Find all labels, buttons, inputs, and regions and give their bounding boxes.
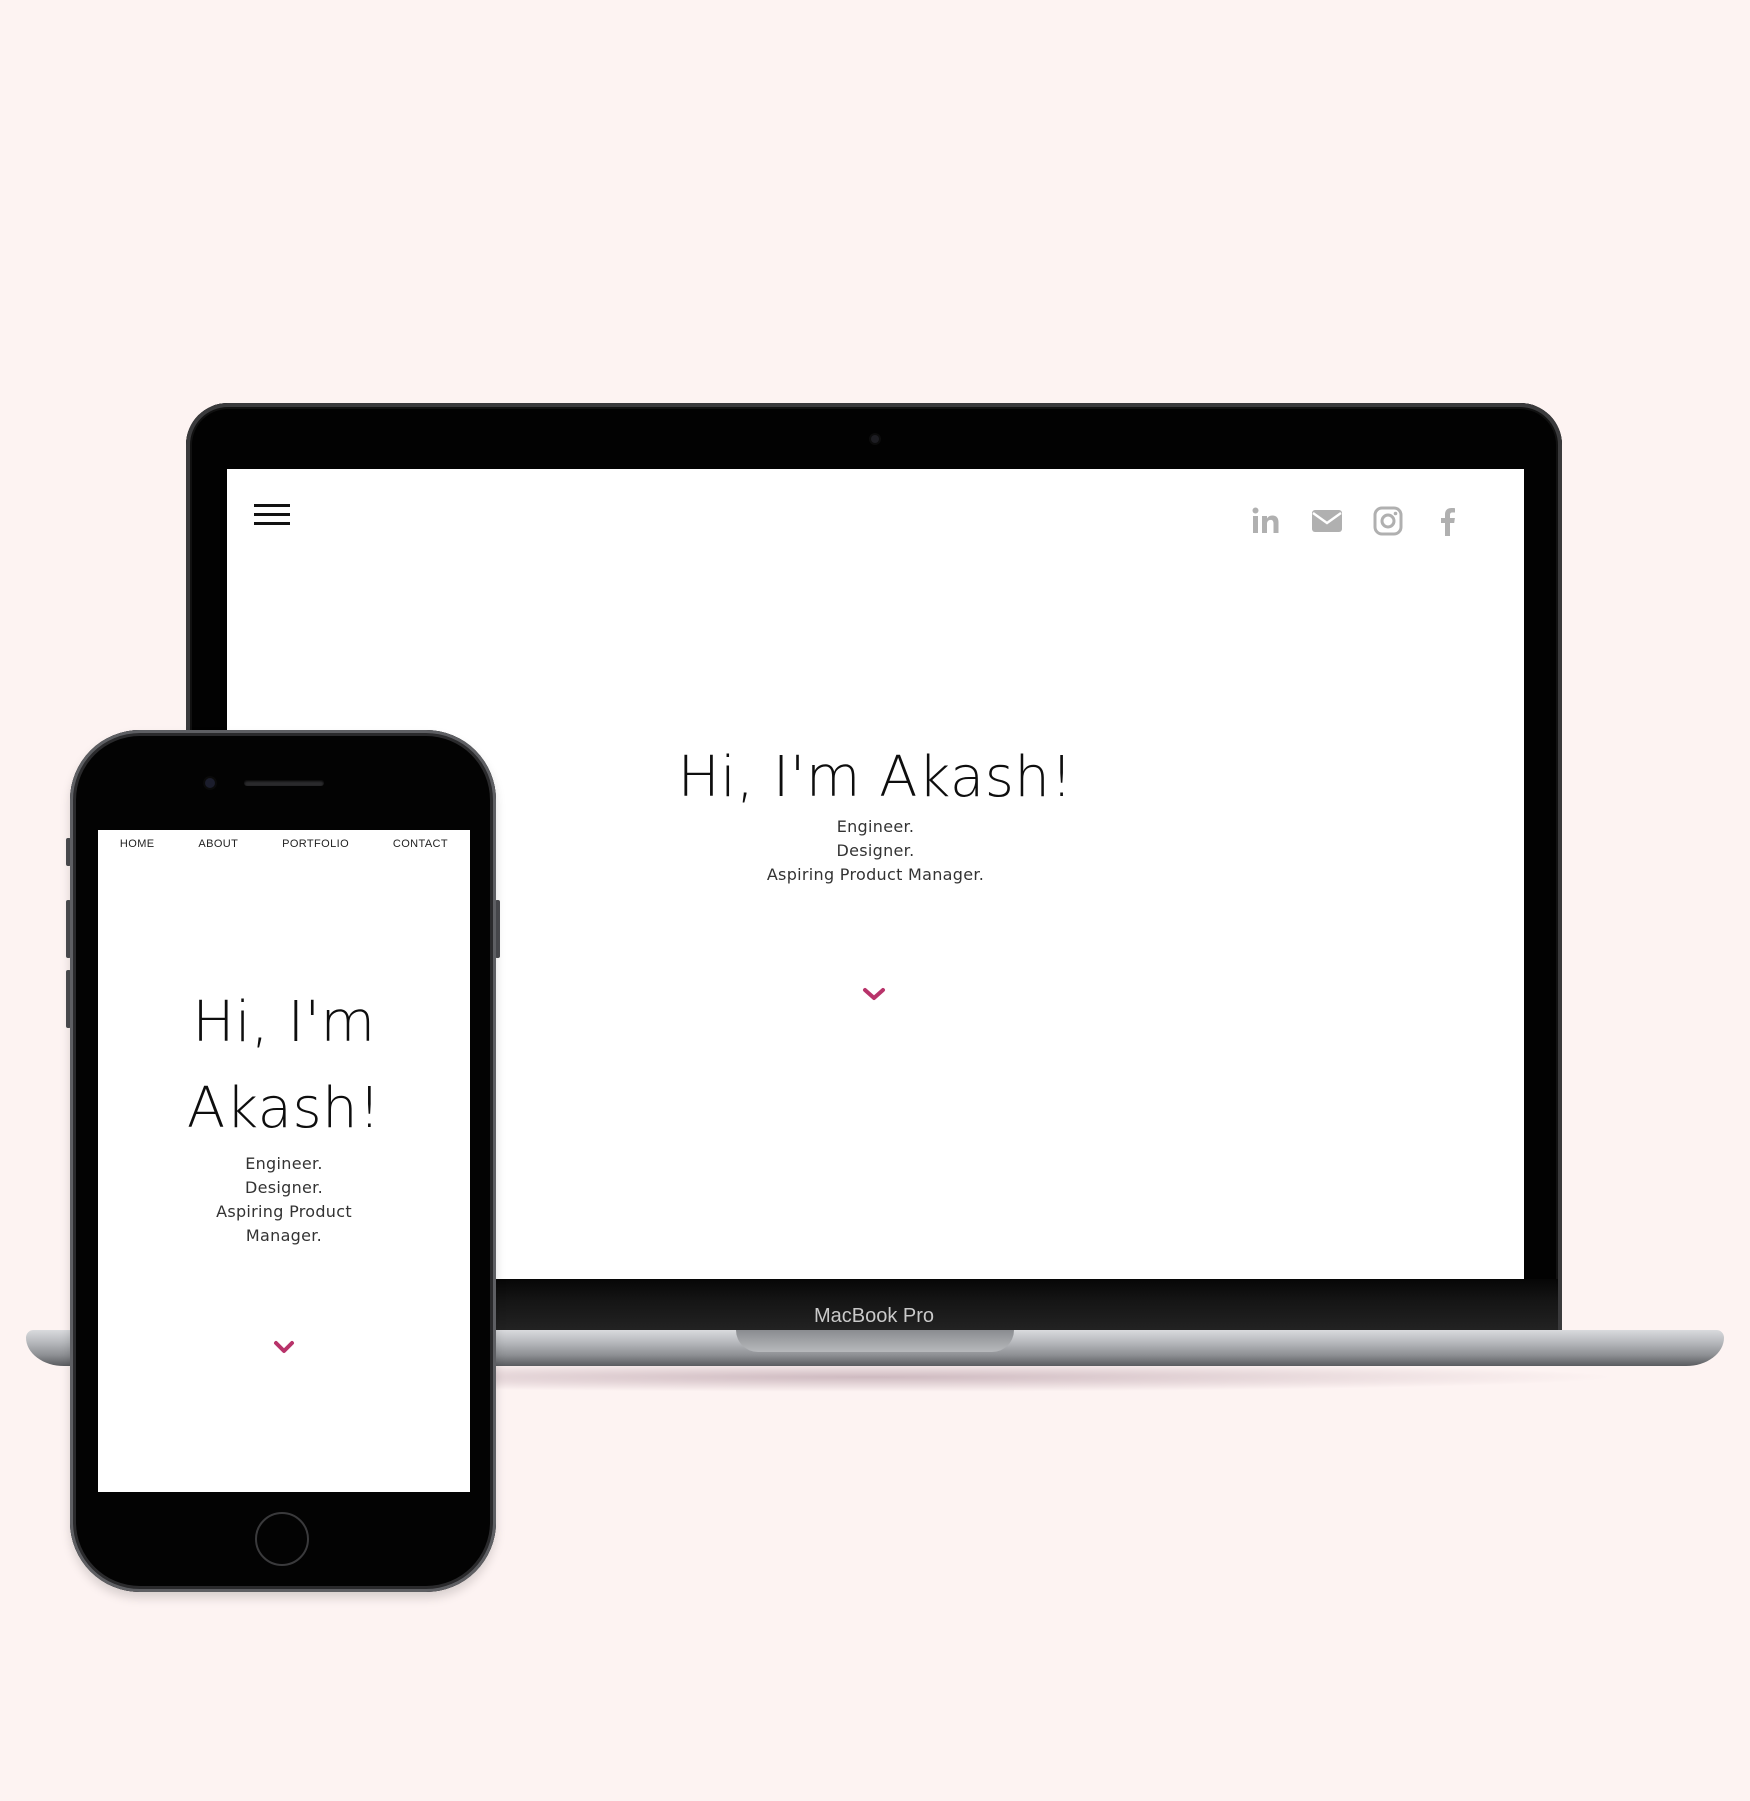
phone-speaker <box>244 780 324 786</box>
chevron-down-icon[interactable] <box>861 984 887 1004</box>
nav-portfolio-link[interactable]: PORTFOLIO <box>282 838 349 850</box>
chevron-down-icon[interactable] <box>272 1338 296 1356</box>
laptop-opening-notch <box>736 1330 1014 1352</box>
phone-hero-tagline-line: Aspiring Product <box>216 1202 352 1221</box>
nav-home-link[interactable]: HOME <box>120 838 155 850</box>
linkedin-icon[interactable] <box>1250 505 1282 537</box>
phone-hero-section: Hi, I'm Akash! Engineer. Designer. Aspir… <box>98 980 470 1248</box>
phone-nav: HOME ABOUT PORTFOLIO CONTACT <box>98 838 470 850</box>
phone-screen: HOME ABOUT PORTFOLIO CONTACT Hi, I'm Aka… <box>98 830 470 1492</box>
phone-front-camera <box>205 778 215 788</box>
social-links <box>1250 505 1464 537</box>
instagram-icon[interactable] <box>1372 505 1404 537</box>
hamburger-menu-icon[interactable] <box>254 504 290 530</box>
email-icon[interactable] <box>1310 505 1344 537</box>
phone-hero-tagline-line: Designer. <box>245 1178 323 1197</box>
phone-hero-title-line: Hi, I'm <box>192 990 376 1055</box>
phone-hero-tagline-line: Engineer. <box>245 1154 323 1173</box>
phone-home-button <box>255 1512 309 1566</box>
laptop-camera <box>871 435 879 443</box>
phone-hero-tagline-line: Manager. <box>245 1226 323 1245</box>
facebook-icon[interactable] <box>1432 505 1464 537</box>
phone-hero-title-line: Akash! <box>186 1076 382 1141</box>
nav-about-link[interactable]: ABOUT <box>198 838 238 850</box>
nav-contact-link[interactable]: CONTACT <box>393 838 448 850</box>
